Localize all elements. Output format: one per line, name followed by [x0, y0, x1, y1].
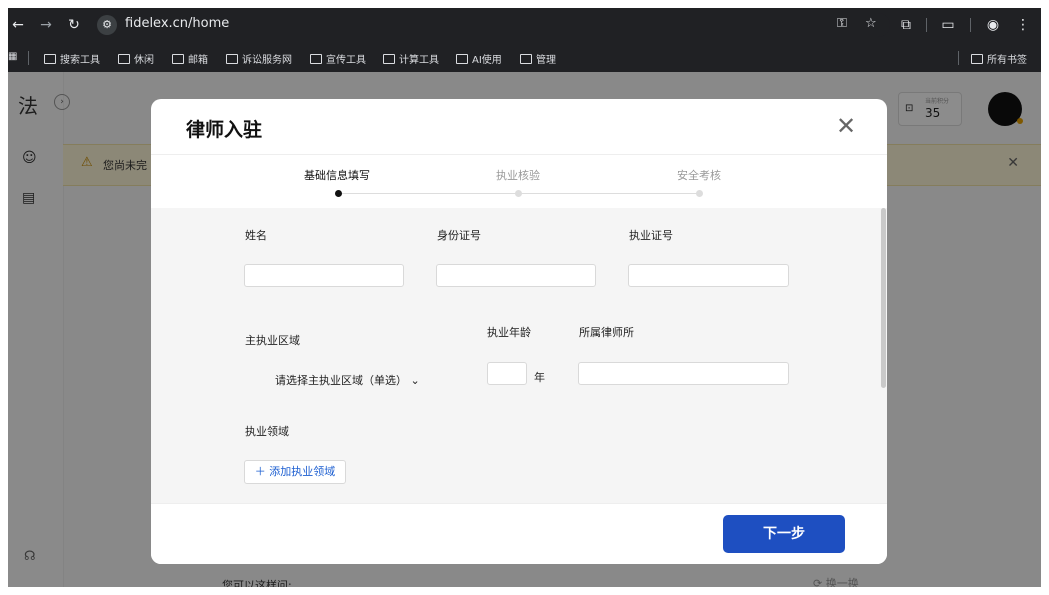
close-icon[interactable]: ✕ [833, 113, 859, 139]
bookmark-star-icon[interactable]: ☆ [865, 16, 877, 31]
extensions-icon[interactable]: ⧉ [896, 15, 916, 35]
url-text: fidelex.cn/home [125, 16, 230, 31]
profile-icon[interactable]: ◉ [983, 15, 1003, 35]
years-input[interactable] [487, 362, 527, 385]
address-bar[interactable]: ⚙ fidelex.cn/home ⚿ ☆ [95, 13, 890, 37]
next-step-button[interactable]: 下一步 [723, 515, 845, 553]
step-security-test: 安全考核 [677, 169, 721, 182]
toolbar-divider [970, 18, 971, 32]
law-firm-label: 所属律师所 [579, 326, 634, 339]
bookmark-folder[interactable]: 宣传工具 [310, 51, 366, 66]
bookmarks-divider [28, 51, 29, 65]
form-body: 姓名 身份证号 执业证号 主执业区域 执业年龄 所属律师所 请选择主执业区域（单… [151, 208, 887, 503]
bookmark-folder[interactable]: 搜索工具 [44, 51, 100, 66]
folder-icon [456, 54, 468, 64]
modal-footer: 下一步 [151, 503, 887, 564]
bookmarks-divider [958, 51, 959, 65]
forward-icon[interactable]: → [36, 15, 56, 35]
years-label: 执业年龄 [487, 326, 531, 339]
step-dot [696, 190, 703, 197]
step-dot-active [335, 190, 342, 197]
bookmark-folder[interactable]: 休闲 [118, 51, 154, 66]
region-label: 主执业区域 [245, 334, 300, 347]
folder-icon [172, 54, 184, 64]
region-select[interactable]: 请选择主执业区域（单选） ⌄ [275, 372, 420, 388]
id-number-input[interactable] [436, 264, 596, 287]
bookmarks-bar: ▦ 搜索工具 休闲 邮箱 诉讼服务网 宣传工具 计算工具 AI使用 管理 所有书… [8, 46, 1041, 70]
law-firm-input[interactable] [578, 362, 789, 385]
bookmark-folder[interactable]: 邮箱 [172, 51, 208, 66]
folder-icon [226, 54, 238, 64]
more-menu-icon[interactable]: ⋮ [1013, 15, 1033, 35]
name-input[interactable] [244, 264, 404, 287]
toolbar-divider [926, 18, 927, 32]
practice-areas-label: 执业领域 [245, 425, 289, 438]
folder-icon [383, 54, 395, 64]
name-label: 姓名 [245, 229, 267, 242]
back-icon[interactable]: ← [8, 15, 28, 35]
scrollbar[interactable] [881, 208, 886, 388]
step-basic-info: 基础信息填写 [304, 169, 370, 182]
folder-icon [118, 54, 130, 64]
all-bookmarks-folder[interactable]: 所有书签 [971, 51, 1027, 66]
step-license-verify: 执业核验 [496, 169, 540, 182]
folder-icon [44, 54, 56, 64]
bookmark-folder[interactable]: 诉讼服务网 [226, 51, 292, 66]
bookmark-folder[interactable]: 管理 [520, 51, 556, 66]
lawyer-registration-modal: 律师入驻 ✕ 基础信息填写 执业核验 安全考核 姓名 身份证号 执业证号 主执业… [151, 99, 887, 564]
license-number-input[interactable] [628, 264, 789, 287]
folder-icon [520, 54, 532, 64]
side-panel-icon[interactable]: ▭ [938, 15, 958, 35]
site-info-icon[interactable]: ⚙ [97, 15, 117, 35]
apps-grid-icon[interactable]: ▦ [8, 51, 17, 62]
years-unit: 年 [534, 371, 545, 384]
reload-icon[interactable]: ↻ [64, 15, 84, 35]
license-number-label: 执业证号 [629, 229, 673, 242]
folder-icon [971, 54, 983, 64]
add-practice-area-button[interactable]: ＋ 添加执业领域 [244, 460, 346, 484]
modal-title: 律师入驻 [186, 119, 263, 141]
browser-chrome: ← → ↻ ⚙ fidelex.cn/home ⚿ ☆ ⧉ ▭ ◉ ⋮ ▦ 搜索… [8, 8, 1041, 72]
bookmark-folder[interactable]: AI使用 [456, 51, 502, 66]
progress-steps: 基础信息填写 执业核验 安全考核 [151, 155, 887, 208]
password-key-icon[interactable]: ⚿ [837, 16, 847, 31]
id-number-label: 身份证号 [437, 229, 481, 242]
plus-icon: ＋ [254, 465, 266, 478]
step-dot [515, 190, 522, 197]
folder-icon [310, 54, 322, 64]
chevron-down-icon: ⌄ [410, 374, 420, 387]
browser-toolbar: ← → ↻ ⚙ fidelex.cn/home ⚿ ☆ ⧉ ▭ ◉ ⋮ [8, 8, 1041, 42]
bookmark-folder[interactable]: 计算工具 [383, 51, 439, 66]
